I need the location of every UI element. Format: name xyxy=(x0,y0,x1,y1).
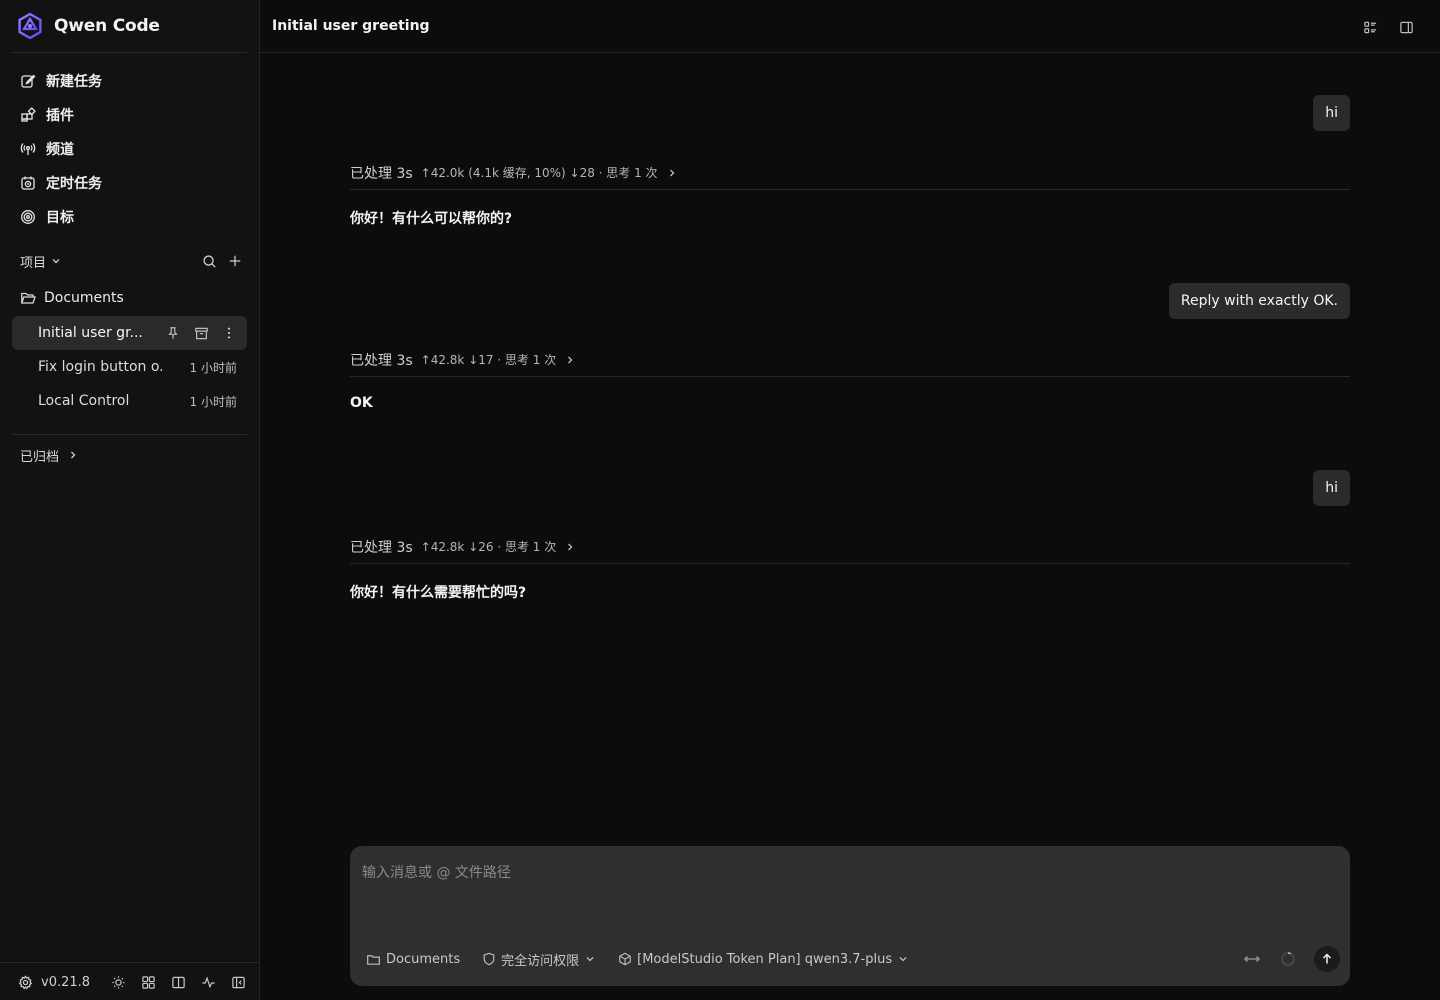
message-input[interactable] xyxy=(362,862,1332,922)
chevron-down-icon xyxy=(50,255,62,267)
projects-label: 项目 xyxy=(20,255,47,271)
collapse-sidebar-icon[interactable] xyxy=(230,974,246,990)
thread-list: Initial user gr... Fix login button o...… xyxy=(12,316,247,418)
chevron-right-icon xyxy=(67,449,79,461)
nav-label: 新建任务 xyxy=(46,74,102,90)
projects-header: 项目 xyxy=(12,248,247,274)
list-view-icon[interactable] xyxy=(1362,19,1378,35)
chevron-right-icon xyxy=(666,167,678,179)
thread-title: Fix login button o... xyxy=(38,359,162,375)
search-icon[interactable] xyxy=(201,253,217,269)
sidebar-nav: 新建任务 插件 频道 定时任务 目标 xyxy=(12,64,247,234)
chevron-right-icon xyxy=(564,541,576,553)
nav-label: 目标 xyxy=(46,210,74,226)
thread-item[interactable]: Local Control 1 小时前 xyxy=(12,384,247,418)
nav-plugins[interactable]: 插件 xyxy=(12,98,247,132)
composer: Documents 完全访问权限 [ModelStudio Token Plan… xyxy=(350,846,1350,986)
send-button[interactable] xyxy=(1314,946,1340,972)
archived-label: 已归档 xyxy=(20,449,60,465)
archived-toggle[interactable]: 已归档 xyxy=(12,444,79,466)
grid-icon[interactable] xyxy=(140,974,156,990)
toggle-panel-icon[interactable] xyxy=(1398,19,1414,35)
token-stats: ↑42.8k ↓17 · 思考 1 次 xyxy=(420,353,557,367)
context-usage-icon[interactable] xyxy=(1278,949,1298,969)
chevron-down-icon xyxy=(897,953,909,965)
nav-goals[interactable]: 目标 xyxy=(12,200,247,234)
processed-time: 已处理 3s xyxy=(350,165,413,182)
token-stats: ↑42.8k ↓26 · 思考 1 次 xyxy=(420,540,557,554)
add-project-icon[interactable] xyxy=(227,253,243,269)
divider xyxy=(12,52,247,53)
nav-label: 插件 xyxy=(46,108,74,124)
thread-title: Initial user gr... xyxy=(38,325,143,341)
scheduled-task-icon xyxy=(20,175,36,191)
edit-icon xyxy=(20,73,36,89)
brand[interactable]: Qwen Code xyxy=(16,12,160,40)
project-folder-documents[interactable]: Documents xyxy=(12,284,247,312)
assistant-meta[interactable]: 已处理 3s ↑42.8k ↓17 · 思考 1 次 xyxy=(350,349,1350,377)
page-title: Initial user greeting xyxy=(272,18,430,34)
pin-icon[interactable] xyxy=(165,325,181,341)
processed-time: 已处理 3s xyxy=(350,539,413,556)
top-bar: Initial user greeting xyxy=(260,0,1440,53)
assistant-meta[interactable]: 已处理 3s ↑42.0k (4.1k 缓存, 10%) ↓28 · 思考 1 … xyxy=(350,162,1350,190)
assistant-message: 你好！有什么需要帮忙的吗? xyxy=(350,585,527,601)
projects-toggle[interactable]: 项目 xyxy=(20,252,62,271)
sun-icon[interactable] xyxy=(110,974,126,990)
nav-label: 定时任务 xyxy=(46,176,102,192)
workspace-folder-chip[interactable]: Documents xyxy=(366,952,460,967)
more-vertical-icon[interactable] xyxy=(221,325,237,341)
user-message-text: Reply with exactly OK. xyxy=(1180,293,1338,309)
thread-title: Local Control xyxy=(38,393,130,409)
folder-name: Documents xyxy=(44,290,124,306)
assistant-meta[interactable]: 已处理 3s ↑42.8k ↓26 · 思考 1 次 xyxy=(350,536,1350,564)
folder-open-icon xyxy=(20,290,36,306)
model-label: [ModelStudio Token Plan] qwen3.7-plus xyxy=(637,951,893,967)
nav-label: 频道 xyxy=(46,142,74,158)
thread-item[interactable]: Fix login button o... 1 小时前 xyxy=(12,350,247,384)
model-select[interactable]: [ModelStudio Token Plan] qwen3.7-plus xyxy=(618,952,909,967)
shield-icon xyxy=(482,952,496,966)
assistant-message: OK xyxy=(350,395,373,411)
nav-scheduled-tasks[interactable]: 定时任务 xyxy=(12,166,247,200)
user-message: hi xyxy=(1313,470,1350,506)
nav-new-task[interactable]: 新建任务 xyxy=(12,64,247,98)
permission-select[interactable]: 完全访问权限 xyxy=(482,950,596,969)
app-name: Qwen Code xyxy=(54,16,160,36)
user-message-text: hi xyxy=(1325,480,1338,496)
thread-time: 1 小时前 xyxy=(189,394,237,409)
target-icon xyxy=(20,209,36,225)
qwen-logo-icon xyxy=(16,12,44,40)
folder-icon xyxy=(366,952,381,967)
gear-icon xyxy=(18,974,33,990)
activity-icon[interactable] xyxy=(200,974,216,990)
thread-time: 1 小时前 xyxy=(189,360,237,375)
version-label: v0.21.8 xyxy=(41,974,91,990)
token-stats: ↑42.0k (4.1k 缓存, 10%) ↓28 · 思考 1 次 xyxy=(420,166,658,180)
user-message-text: hi xyxy=(1325,105,1338,121)
processed-time: 已处理 3s xyxy=(350,352,413,369)
expand-width-icon[interactable] xyxy=(1242,949,1262,969)
settings-button[interactable]: v0.21.8 xyxy=(18,975,90,990)
thread-item-active[interactable]: Initial user gr... xyxy=(12,316,247,350)
assistant-message: 你好！有什么可以帮你的? xyxy=(350,211,513,227)
arrow-up-icon xyxy=(1321,953,1333,965)
nav-channels[interactable]: 频道 xyxy=(12,132,247,166)
broadcast-icon xyxy=(20,141,36,157)
divider xyxy=(12,434,247,435)
plugin-icon xyxy=(20,107,36,123)
sidebar: Qwen Code 新建任务 插件 频道 定时任务 目标 项目 Document… xyxy=(0,0,260,1000)
sidebar-footer: v0.21.8 xyxy=(0,962,259,1000)
archive-icon[interactable] xyxy=(193,325,209,341)
workspace-folder-label: Documents xyxy=(386,951,461,967)
permission-label: 完全访问权限 xyxy=(501,953,580,969)
chevron-down-icon xyxy=(584,953,596,965)
split-view-icon[interactable] xyxy=(170,974,186,990)
user-message: Reply with exactly OK. xyxy=(1168,283,1350,319)
cube-icon xyxy=(618,952,632,966)
user-message: hi xyxy=(1313,95,1350,131)
chevron-right-icon xyxy=(564,354,576,366)
